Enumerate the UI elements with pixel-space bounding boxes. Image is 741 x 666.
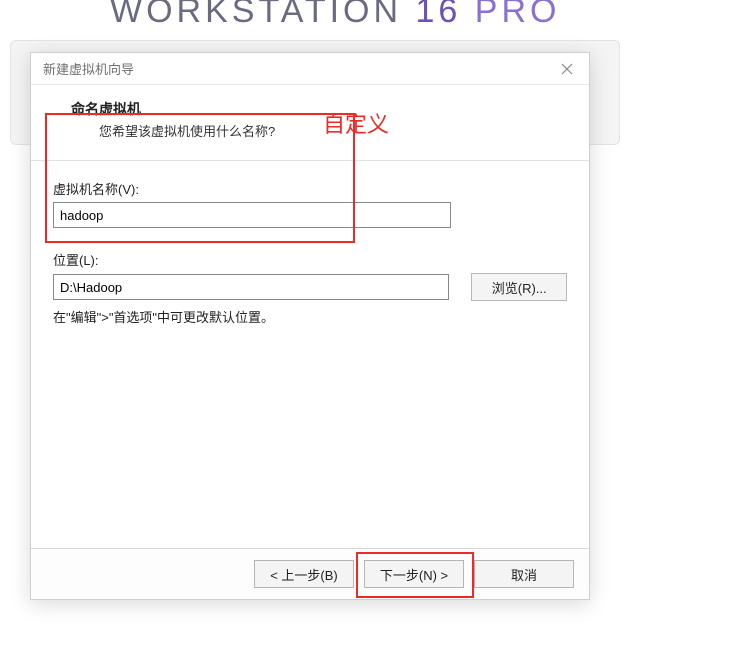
next-button[interactable]: 下一步(N) > <box>364 560 464 588</box>
vm-name-field: 虚拟机名称(V): <box>53 179 567 228</box>
browse-button[interactable]: 浏览(R)... <box>471 273 567 301</box>
vm-location-field: 位置(L): 浏览(R)... 在"编辑">"首选项"中可更改默认位置。 <box>53 250 567 326</box>
vm-name-input[interactable] <box>53 202 451 228</box>
vm-location-input[interactable] <box>53 274 449 300</box>
header-title: 命名虚拟机 <box>71 99 563 119</box>
app-branding: WORKSTATION 16 PRO <box>110 0 560 31</box>
close-icon <box>561 63 573 75</box>
dialog-titlebar: 新建虚拟机向导 <box>31 53 589 85</box>
dialog-title: 新建虚拟机向导 <box>43 59 134 78</box>
back-button[interactable]: < 上一步(B) <box>254 560 354 588</box>
dialog-header: 命名虚拟机 您希望该虚拟机使用什么名称? 自定义 <box>31 85 589 154</box>
dialog-body: 虚拟机名称(V): 位置(L): 浏览(R)... 在"编辑">"首选项"中可更… <box>31 161 589 548</box>
annotation-custom: 自定义 <box>323 107 389 139</box>
cancel-button[interactable]: 取消 <box>474 560 574 588</box>
location-hint: 在"编辑">"首选项"中可更改默认位置。 <box>53 307 567 326</box>
dialog-footer: < 上一步(B) 下一步(N) > 取消 <box>31 549 589 599</box>
close-button[interactable] <box>555 57 579 81</box>
vm-location-label: 位置(L): <box>53 250 567 269</box>
vm-name-label: 虚拟机名称(V): <box>53 179 567 198</box>
new-vm-wizard-dialog: 新建虚拟机向导 命名虚拟机 您希望该虚拟机使用什么名称? 自定义 虚拟机名称(V… <box>30 52 590 600</box>
